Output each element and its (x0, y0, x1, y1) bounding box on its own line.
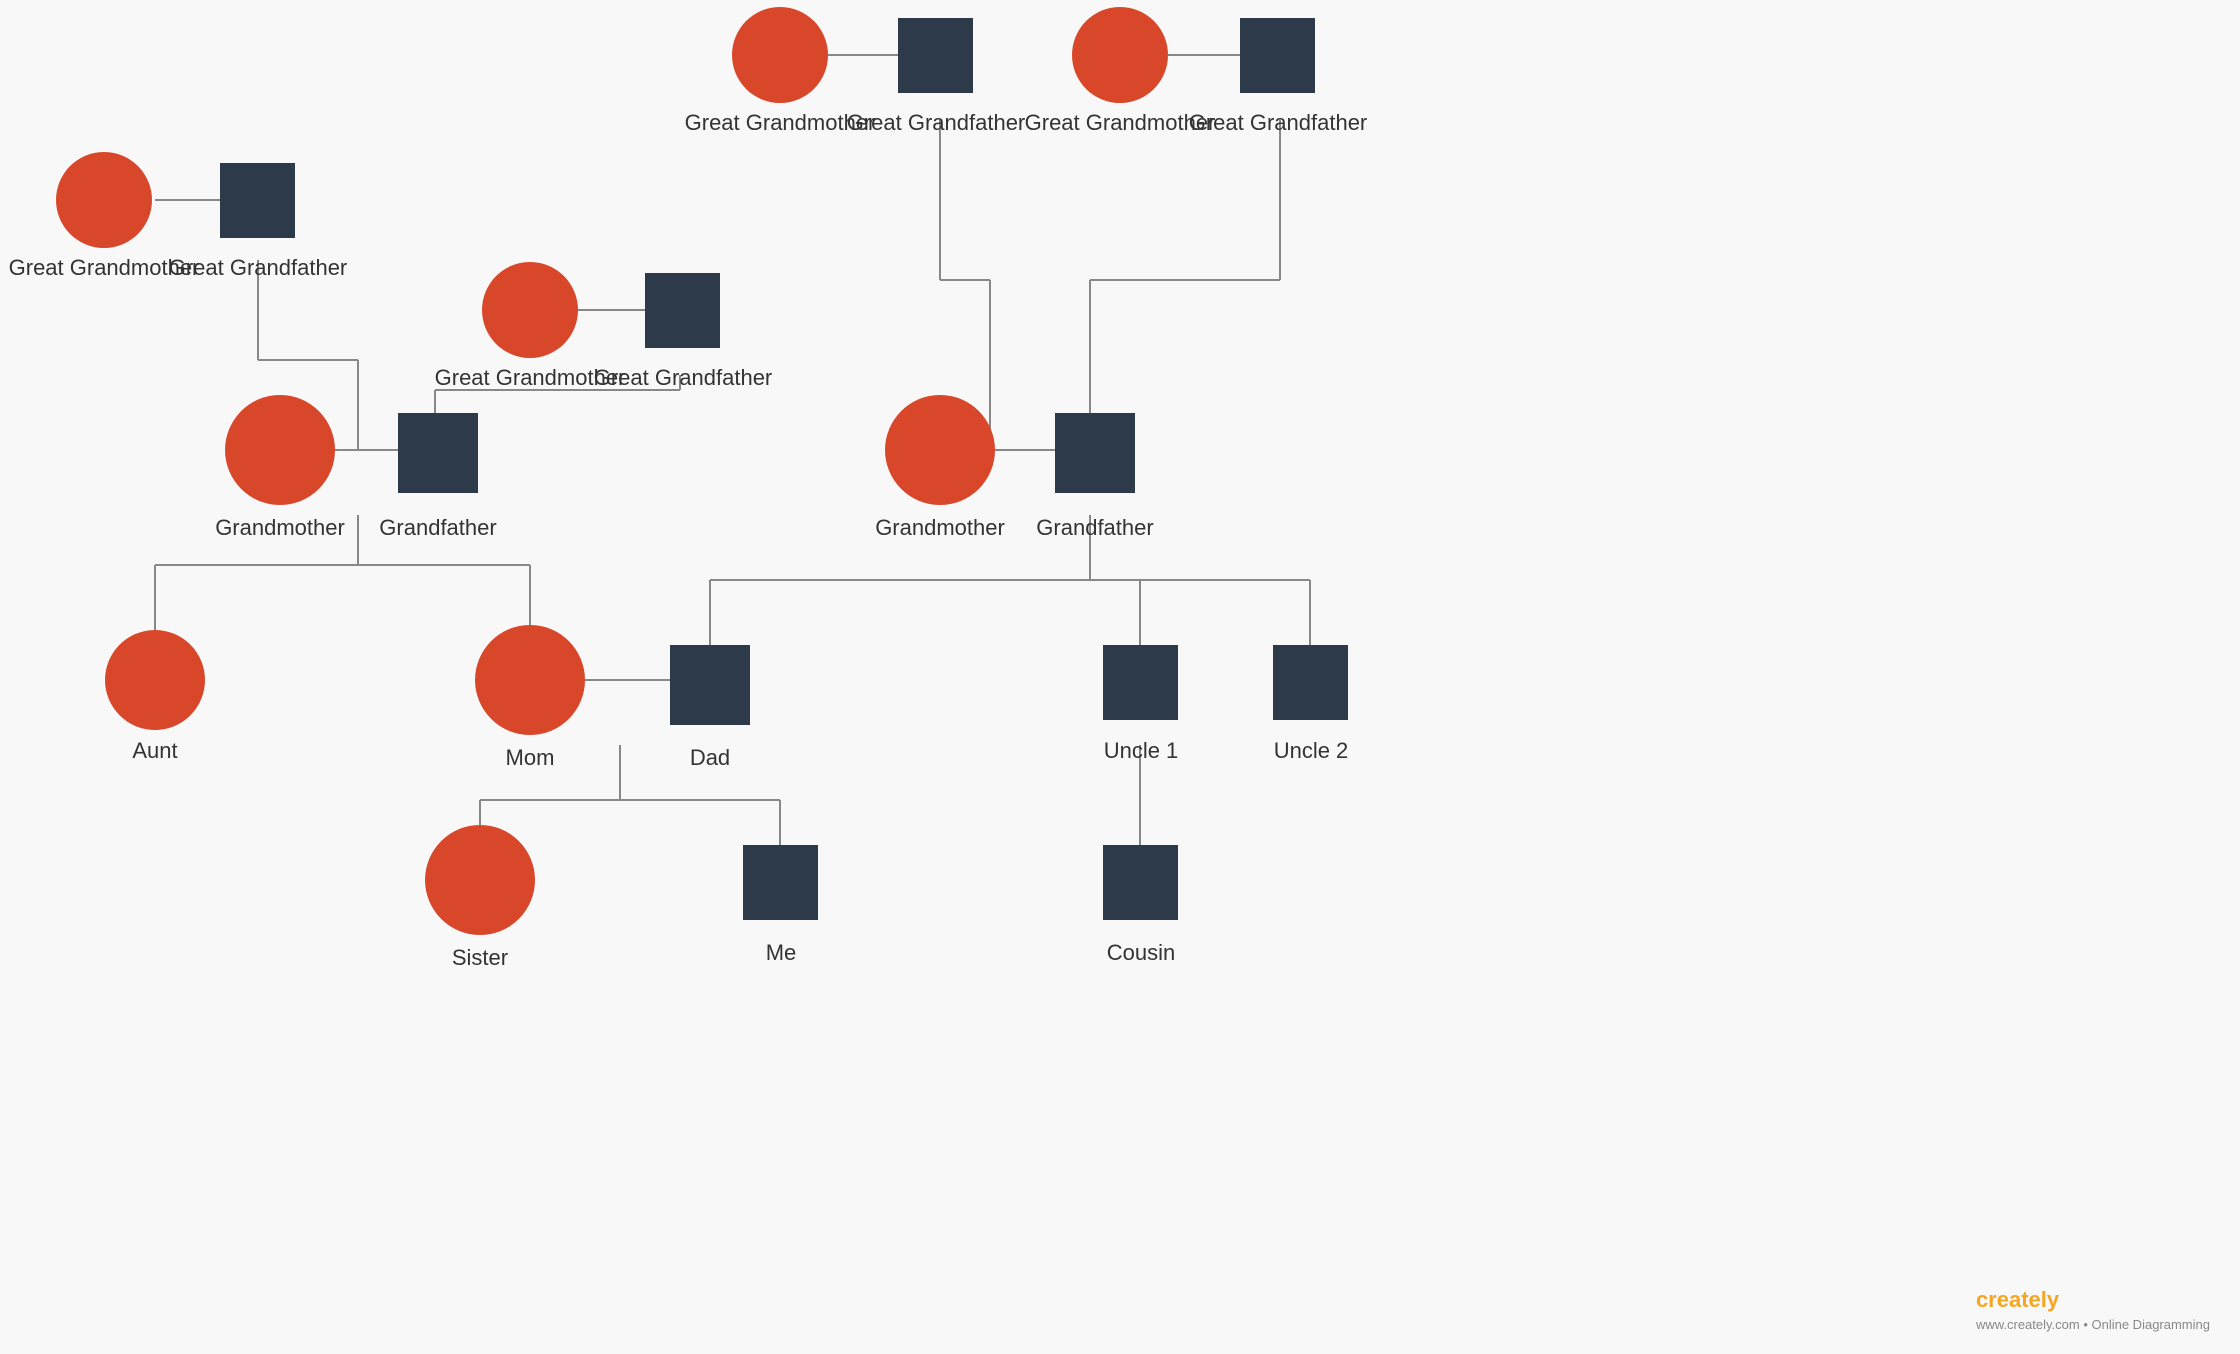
creately-tagline: www.creately.com • Online Diagramming (1976, 1317, 2210, 1332)
grandmother-1-label: Grandmother (215, 515, 345, 540)
great-grandfather-2-node (645, 273, 720, 348)
dad-node (670, 645, 750, 725)
me-label: Me (766, 940, 797, 965)
uncle1-label: Uncle 1 (1104, 738, 1179, 763)
uncle2-label: Uncle 2 (1274, 738, 1349, 763)
grandmother-2-node (885, 395, 995, 505)
grandfather-2-label: Grandfather (1036, 515, 1153, 540)
aunt-node (105, 630, 205, 730)
uncle1-node (1103, 645, 1178, 720)
grandfather-1-node (398, 413, 478, 493)
great-grandfather-4-node (1240, 18, 1315, 93)
great-grandmother-4-node (1072, 7, 1168, 103)
great-grandmother-1-node (56, 152, 152, 248)
great-grandmother-4-label: Great Grandmother (1025, 110, 1216, 135)
creately-branding: creately www.creately.com • Online Diagr… (1976, 1287, 2210, 1334)
mom-label: Mom (506, 745, 555, 770)
great-grandmother-2-node (482, 262, 578, 358)
grandfather-2-node (1055, 413, 1135, 493)
grandfather-1-label: Grandfather (379, 515, 496, 540)
family-tree-diagram: Great Grandmother Great Grandfather Grea… (0, 0, 2240, 1354)
sister-node (425, 825, 535, 935)
great-grandmother-3-node (732, 7, 828, 103)
great-grandfather-1-node (220, 163, 295, 238)
great-grandfather-1-label: Great Grandfather (169, 255, 348, 280)
great-grandfather-3-node (898, 18, 973, 93)
grandmother-1-node (225, 395, 335, 505)
grandmother-2-label: Grandmother (875, 515, 1005, 540)
aunt-label: Aunt (132, 738, 177, 763)
sister-label: Sister (452, 945, 508, 970)
great-grandfather-4-label: Great Grandfather (1189, 110, 1368, 135)
dad-label: Dad (690, 745, 730, 770)
great-grandfather-2-label: Great Grandfather (594, 365, 773, 390)
cousin-label: Cousin (1107, 940, 1175, 965)
cousin-node (1103, 845, 1178, 920)
uncle2-node (1273, 645, 1348, 720)
me-node (743, 845, 818, 920)
mom-node (475, 625, 585, 735)
great-grandfather-3-label: Great Grandfather (847, 110, 1026, 135)
